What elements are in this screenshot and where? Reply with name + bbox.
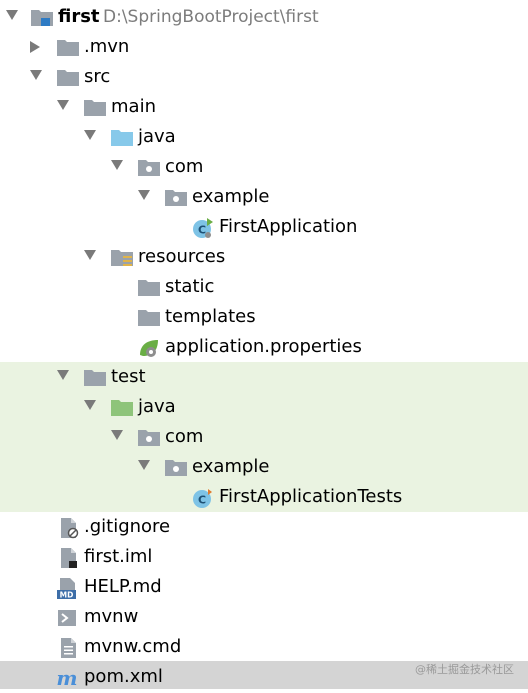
- tree-row-test-java[interactable]: java: [0, 392, 528, 422]
- module-file-icon: [58, 547, 82, 568]
- expand-arrow-icon[interactable]: [57, 370, 69, 380]
- expand-arrow-icon[interactable]: [84, 250, 96, 260]
- tree-row-application-properties[interactable]: application.properties: [0, 332, 528, 362]
- package-icon: [164, 187, 188, 207]
- tree-label: test: [111, 366, 146, 387]
- expand-arrow-icon[interactable]: [138, 190, 150, 200]
- maven-icon: m: [54, 666, 78, 690]
- project-path: D:\SpringBootProject\first: [103, 7, 319, 27]
- tree-label: pom.xml: [84, 666, 163, 687]
- tree-label: .mvn: [84, 36, 130, 57]
- ignore-file-icon: [58, 517, 82, 539]
- expand-arrow-icon[interactable]: [111, 430, 123, 440]
- svg-text:C: C: [198, 494, 206, 507]
- project-tree: first D:\SpringBootProject\first .mvn sr…: [0, 0, 528, 690]
- expand-arrow-icon[interactable]: [6, 10, 18, 20]
- svg-text:MD: MD: [60, 591, 74, 600]
- resources-folder-icon: [110, 247, 134, 267]
- tree-label: com: [165, 426, 204, 447]
- folder-icon: [56, 67, 80, 87]
- expand-arrow-icon[interactable]: [84, 130, 96, 140]
- tree-label: first.iml: [84, 546, 153, 567]
- spring-class-icon: C: [191, 217, 215, 238]
- tree-label: com: [165, 156, 204, 177]
- tree-row-src[interactable]: src: [0, 62, 528, 92]
- tree-row-help-md[interactable]: MD HELP.md: [0, 572, 528, 602]
- tree-label: java: [138, 126, 176, 147]
- expand-arrow-icon[interactable]: [84, 400, 96, 410]
- source-folder-icon: [110, 127, 134, 147]
- tree-row-test[interactable]: test: [0, 362, 528, 392]
- tree-label: static: [165, 276, 215, 297]
- tree-label: first: [58, 6, 100, 27]
- test-folder-icon: [110, 397, 134, 417]
- tree-row-test-com[interactable]: com: [0, 422, 528, 452]
- svg-text:m: m: [56, 667, 77, 689]
- tree-label: mvnw.cmd: [84, 636, 182, 657]
- expand-arrow-icon[interactable]: [30, 70, 42, 80]
- markdown-file-icon: MD: [56, 577, 80, 600]
- module-folder-icon: [30, 7, 54, 27]
- folder-icon: [56, 37, 80, 57]
- tree-label: .gitignore: [84, 516, 171, 537]
- tree-row-resources[interactable]: resources: [0, 242, 528, 272]
- expand-arrow-icon[interactable]: [138, 460, 150, 470]
- shell-script-icon: [56, 607, 80, 627]
- tree-row-first-iml[interactable]: first.iml: [0, 542, 528, 572]
- tree-row-first[interactable]: first D:\SpringBootProject\first: [0, 2, 528, 32]
- tree-row-main-com[interactable]: com: [0, 152, 528, 182]
- tree-row-main-example[interactable]: example: [0, 182, 528, 212]
- tree-label: HELP.md: [84, 576, 162, 597]
- tree-row-templates[interactable]: templates: [0, 302, 528, 332]
- tree-label: main: [111, 96, 156, 117]
- tree-row-test-example[interactable]: example: [0, 452, 528, 482]
- tree-label: templates: [165, 306, 256, 327]
- folder-icon: [137, 307, 161, 327]
- tree-row-main-java[interactable]: java: [0, 122, 528, 152]
- tree-row-mvnw-cmd[interactable]: mvnw.cmd: [0, 632, 528, 662]
- tree-label: java: [138, 396, 176, 417]
- spring-properties-icon: [137, 337, 161, 357]
- tree-row-gitignore[interactable]: .gitignore: [0, 512, 528, 542]
- package-icon: [164, 457, 188, 477]
- tree-row-mvnw[interactable]: mvnw: [0, 602, 528, 632]
- svg-text:C: C: [198, 224, 206, 237]
- folder-icon: [137, 277, 161, 297]
- test-class-icon: C: [191, 487, 215, 508]
- tree-row-main[interactable]: main: [0, 92, 528, 122]
- watermark: @稀土掘金技术社区: [415, 663, 514, 676]
- tree-label: src: [84, 66, 111, 87]
- text-file-icon: [58, 637, 82, 658]
- tree-row-first-application[interactable]: C FirstApplication: [0, 212, 528, 242]
- tree-label: mvnw: [84, 606, 139, 627]
- tree-label: resources: [138, 246, 226, 267]
- collapse-arrow-icon[interactable]: [30, 41, 40, 53]
- tree-label: example: [192, 456, 270, 477]
- tree-row-mvn[interactable]: .mvn: [0, 32, 528, 62]
- package-icon: [137, 157, 161, 177]
- expand-arrow-icon[interactable]: [111, 160, 123, 170]
- tree-row-static[interactable]: static: [0, 272, 528, 302]
- expand-arrow-icon[interactable]: [57, 100, 69, 110]
- tree-label: FirstApplicationTests: [219, 486, 403, 507]
- folder-icon: [83, 367, 107, 387]
- tree-label: FirstApplication: [219, 216, 358, 237]
- tree-label: application.properties: [165, 336, 362, 357]
- tree-row-first-application-tests[interactable]: C FirstApplicationTests: [0, 482, 528, 512]
- package-icon: [137, 427, 161, 447]
- folder-icon: [83, 97, 107, 117]
- tree-label: example: [192, 186, 270, 207]
